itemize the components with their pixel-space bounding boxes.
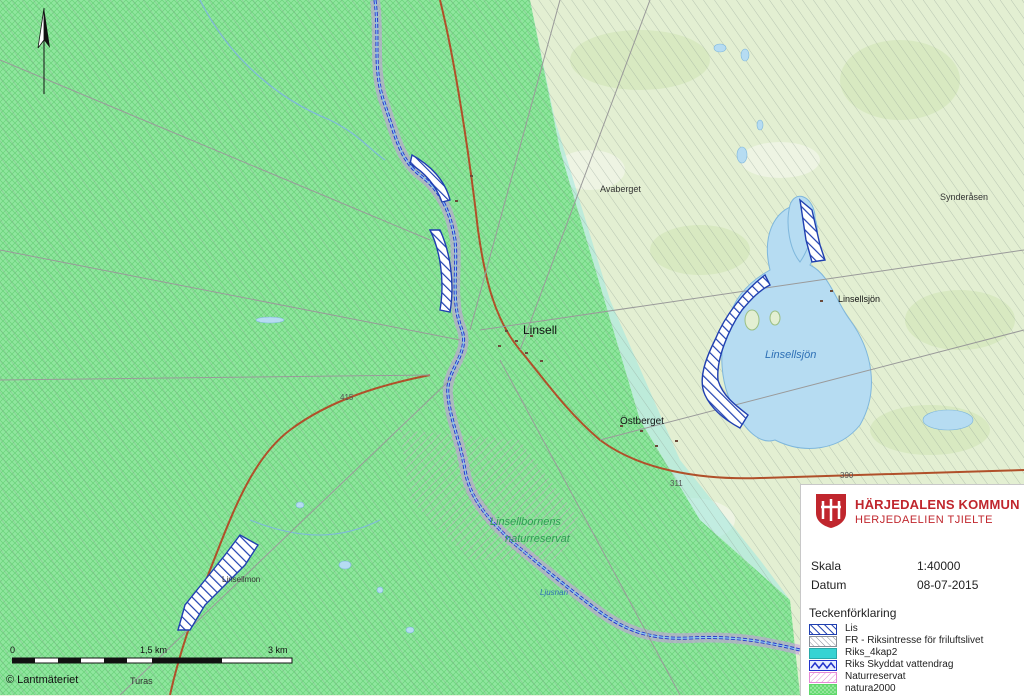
cyan-fill-swatch-icon xyxy=(809,648,837,659)
label-linsellsjon-lake: Linsellsjön xyxy=(765,349,816,361)
legend-label-friluftsliv: FR - Riksintresse för friluftslivet xyxy=(845,635,984,646)
legend-panel: HÄRJEDALENS KOMMUN HERJEDAELIEN TJIELTE … xyxy=(800,484,1024,696)
green-hatch-swatch-icon xyxy=(809,684,837,695)
legend-title: Teckenförklaring xyxy=(809,606,897,620)
label-road-415: 415 xyxy=(340,393,354,402)
scale-bar: 0 1,5 km 3 km xyxy=(10,645,300,669)
legend-label-naturreservat: Naturreservat xyxy=(845,671,906,682)
scale-bar-graphic xyxy=(12,657,293,664)
brand-header: HÄRJEDALENS KOMMUN HERJEDAELIEN TJIELTE xyxy=(815,493,1019,535)
label-linsellsjon-town: Linsellsjön xyxy=(838,294,880,304)
north-arrow-icon xyxy=(37,7,50,94)
date-label: Datum xyxy=(811,578,847,592)
legend-item-naturreservat: Naturreservat xyxy=(809,671,1021,683)
legend-label-lis: Lis xyxy=(845,623,858,634)
pink-hatch-swatch-icon xyxy=(809,672,837,683)
label-reserve-1: Linsellbornens xyxy=(490,516,561,528)
label-linsell: Linsell xyxy=(523,323,557,337)
scale-value: 1:40000 xyxy=(917,559,961,573)
scale-tick-end: 3 km xyxy=(268,645,288,655)
legend-label-skyddat-vattendrag: Riks Skyddat vattendrag xyxy=(845,659,954,670)
legend-item-lis: Lis xyxy=(809,623,1021,635)
date-value: 08-07-2015 xyxy=(917,578,979,592)
label-synderasen: Synderåsen xyxy=(940,192,988,202)
label-road-390: 390 xyxy=(840,471,854,480)
label-road-311: 311 xyxy=(670,479,683,488)
label-reserve-2: naturreservat xyxy=(505,533,571,545)
org-subtitle: HERJEDAELIEN TJIELTE xyxy=(855,514,993,526)
legend-label-riks4kap2: Riks_4kap2 xyxy=(845,647,898,658)
legend-item-natura2000: natura2000 xyxy=(809,683,1021,695)
label-linsellmon: Linsellmon xyxy=(222,575,260,584)
scale-tick-0: 0 xyxy=(10,645,16,655)
scale-label: Skala xyxy=(811,559,842,573)
legend-item-friluftsliv: FR - Riksintresse för friluftslivet xyxy=(809,635,1021,647)
scale-tick-mid: 1,5 km xyxy=(140,645,168,655)
label-turas: Turas xyxy=(130,676,153,686)
grey-hatch-swatch-icon xyxy=(809,636,837,647)
label-ljusnan: Ljusnan xyxy=(540,588,569,597)
label-ostberget: Östberget xyxy=(620,415,664,427)
blue-hatch-swatch-icon xyxy=(809,624,837,635)
legend-item-riks4kap2: Riks_4kap2 xyxy=(809,647,1021,659)
legend-label-natura2000: natura2000 xyxy=(845,683,896,694)
copyright-notice: © Lantmäteriet xyxy=(6,674,79,686)
org-name: HÄRJEDALENS KOMMUN xyxy=(855,497,1020,512)
blue-zigzag-swatch-icon xyxy=(809,660,837,671)
label-avaberget: Avaberget xyxy=(600,184,641,194)
harjedalen-coat-of-arms-icon xyxy=(816,494,846,528)
legend-item-skyddat-vattendrag: Riks Skyddat vattendrag xyxy=(809,659,1021,671)
